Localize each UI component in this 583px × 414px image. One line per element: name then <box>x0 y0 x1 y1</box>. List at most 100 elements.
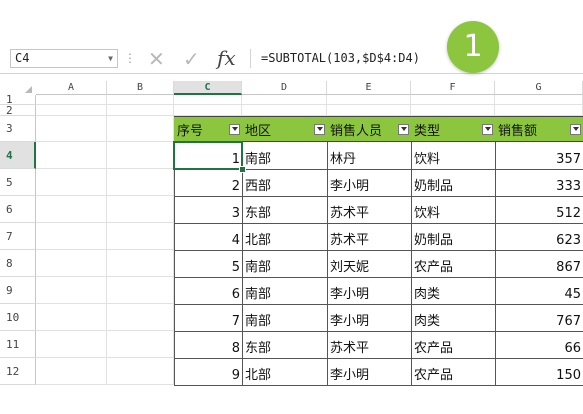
cell-a11[interactable] <box>36 331 107 358</box>
table-cell-sales[interactable]: 623 <box>495 223 583 251</box>
table-header-1[interactable]: 序号 <box>174 116 243 142</box>
table-cell-type[interactable]: 农产品 <box>411 250 496 278</box>
cell-b11[interactable] <box>107 331 174 358</box>
column-header-g[interactable]: G <box>495 81 583 95</box>
row-header-12[interactable]: 12 <box>0 358 36 385</box>
table-cell-type[interactable]: 饮料 <box>411 142 496 170</box>
column-header-d[interactable]: D <box>242 81 327 95</box>
cell-b8[interactable] <box>107 250 174 277</box>
row-header-6[interactable]: 6 <box>0 196 36 223</box>
filter-dropdown-icon[interactable] <box>482 123 493 135</box>
cell-a9[interactable] <box>36 277 107 304</box>
insert-function-icon[interactable]: fx <box>217 46 236 70</box>
table-cell-person[interactable]: 李小明 <box>327 277 412 305</box>
table-cell-sales[interactable]: 867 <box>495 250 583 278</box>
table-cell-no[interactable]: 8 <box>174 331 243 359</box>
table-cell-no[interactable]: 4 <box>174 223 243 251</box>
table-header-3[interactable]: 销售人员 <box>327 116 412 142</box>
row-header-8[interactable]: 8 <box>0 250 36 277</box>
filter-dropdown-icon[interactable] <box>570 123 581 135</box>
table-cell-person[interactable]: 苏术平 <box>327 223 412 251</box>
table-cell-sales[interactable]: 45 <box>495 277 583 305</box>
cell-a5[interactable] <box>36 169 107 196</box>
cell-c1[interactable] <box>174 95 242 105</box>
table-cell-region[interactable]: 南部 <box>242 277 328 305</box>
row-header-10[interactable]: 10 <box>0 304 36 331</box>
cell-a4[interactable] <box>36 142 107 169</box>
row-header-9[interactable]: 9 <box>0 277 36 304</box>
cell-b9[interactable] <box>107 277 174 304</box>
table-header-5[interactable]: 销售额 <box>495 116 583 142</box>
table-cell-sales[interactable]: 357 <box>495 142 583 170</box>
cell-b3[interactable] <box>107 116 174 142</box>
enter-icon[interactable]: ✓ <box>183 47 200 71</box>
cell-d1[interactable] <box>242 95 327 105</box>
table-cell-region[interactable]: 东部 <box>242 331 328 359</box>
table-cell-person[interactable]: 李小明 <box>327 169 412 197</box>
table-cell-person[interactable]: 李小明 <box>327 358 412 386</box>
table-cell-person[interactable]: 苏术平 <box>327 196 412 224</box>
cell-a1[interactable] <box>36 95 107 105</box>
row-header-4[interactable]: 4 <box>0 142 36 169</box>
cell-a8[interactable] <box>36 250 107 277</box>
cell-f2[interactable] <box>411 105 495 116</box>
table-cell-type[interactable]: 奶制品 <box>411 169 496 197</box>
table-cell-region[interactable]: 北部 <box>242 223 328 251</box>
table-cell-type[interactable]: 农产品 <box>411 358 496 386</box>
filter-dropdown-icon[interactable] <box>398 123 409 135</box>
row-header-11[interactable]: 11 <box>0 331 36 358</box>
table-cell-region[interactable]: 南部 <box>242 250 328 278</box>
column-header-a[interactable]: A <box>36 81 107 95</box>
table-cell-person[interactable]: 刘天妮 <box>327 250 412 278</box>
cell-c2[interactable] <box>174 105 242 116</box>
cell-b12[interactable] <box>107 358 174 385</box>
table-cell-no[interactable]: 6 <box>174 277 243 305</box>
row-header-3[interactable]: 3 <box>0 116 36 142</box>
table-cell-no[interactable]: 5 <box>174 250 243 278</box>
column-header-f[interactable]: F <box>411 81 495 95</box>
table-cell-no[interactable]: 9 <box>174 358 243 386</box>
cell-b5[interactable] <box>107 169 174 196</box>
table-cell-person[interactable]: 林丹 <box>327 142 412 170</box>
cell-f1[interactable] <box>411 95 495 105</box>
filter-dropdown-icon[interactable] <box>229 123 240 135</box>
table-cell-person[interactable]: 苏术平 <box>327 331 412 359</box>
cell-b6[interactable] <box>107 196 174 223</box>
cell-b10[interactable] <box>107 304 174 331</box>
table-cell-type[interactable]: 肉类 <box>411 304 496 332</box>
row-header-2[interactable]: 2 <box>0 104 36 117</box>
table-cell-no[interactable]: 7 <box>174 304 243 332</box>
cell-a3[interactable] <box>36 116 107 142</box>
cell-e1[interactable] <box>327 95 411 105</box>
row-header-5[interactable]: 5 <box>0 169 36 196</box>
table-cell-sales[interactable]: 767 <box>495 304 583 332</box>
table-cell-sales[interactable]: 150 <box>495 358 583 386</box>
chevron-down-icon[interactable]: ▼ <box>108 50 113 67</box>
formula-input[interactable]: =SUBTOTAL(103,$D$4:D4) <box>250 49 583 68</box>
table-cell-sales[interactable]: 66 <box>495 331 583 359</box>
cell-b1[interactable] <box>107 95 174 105</box>
cell-a12[interactable] <box>36 358 107 385</box>
column-header-e[interactable]: E <box>327 81 411 95</box>
fill-handle[interactable] <box>239 166 246 173</box>
column-header-c[interactable]: C <box>174 81 242 95</box>
table-cell-region[interactable]: 北部 <box>242 358 328 386</box>
table-cell-sales[interactable]: 512 <box>495 196 583 224</box>
cancel-icon[interactable]: ✕ <box>148 47 165 71</box>
cell-a7[interactable] <box>36 223 107 250</box>
table-cell-region[interactable]: 东部 <box>242 196 328 224</box>
cell-b2[interactable] <box>107 105 174 116</box>
cell-a2[interactable] <box>36 105 107 116</box>
filter-dropdown-icon[interactable] <box>314 123 325 135</box>
table-cell-person[interactable]: 李小明 <box>327 304 412 332</box>
table-cell-no[interactable]: 1 <box>174 142 243 170</box>
cell-g2[interactable] <box>495 105 583 116</box>
table-cell-no[interactable]: 3 <box>174 196 243 224</box>
cell-g1[interactable] <box>495 95 583 105</box>
table-cell-no[interactable]: 2 <box>174 169 243 197</box>
table-cell-type[interactable]: 肉类 <box>411 277 496 305</box>
cell-b4[interactable] <box>107 142 174 169</box>
table-cell-region[interactable]: 南部 <box>242 304 328 332</box>
name-box[interactable]: C4 ▼ <box>10 49 118 68</box>
row-header-7[interactable]: 7 <box>0 223 36 250</box>
